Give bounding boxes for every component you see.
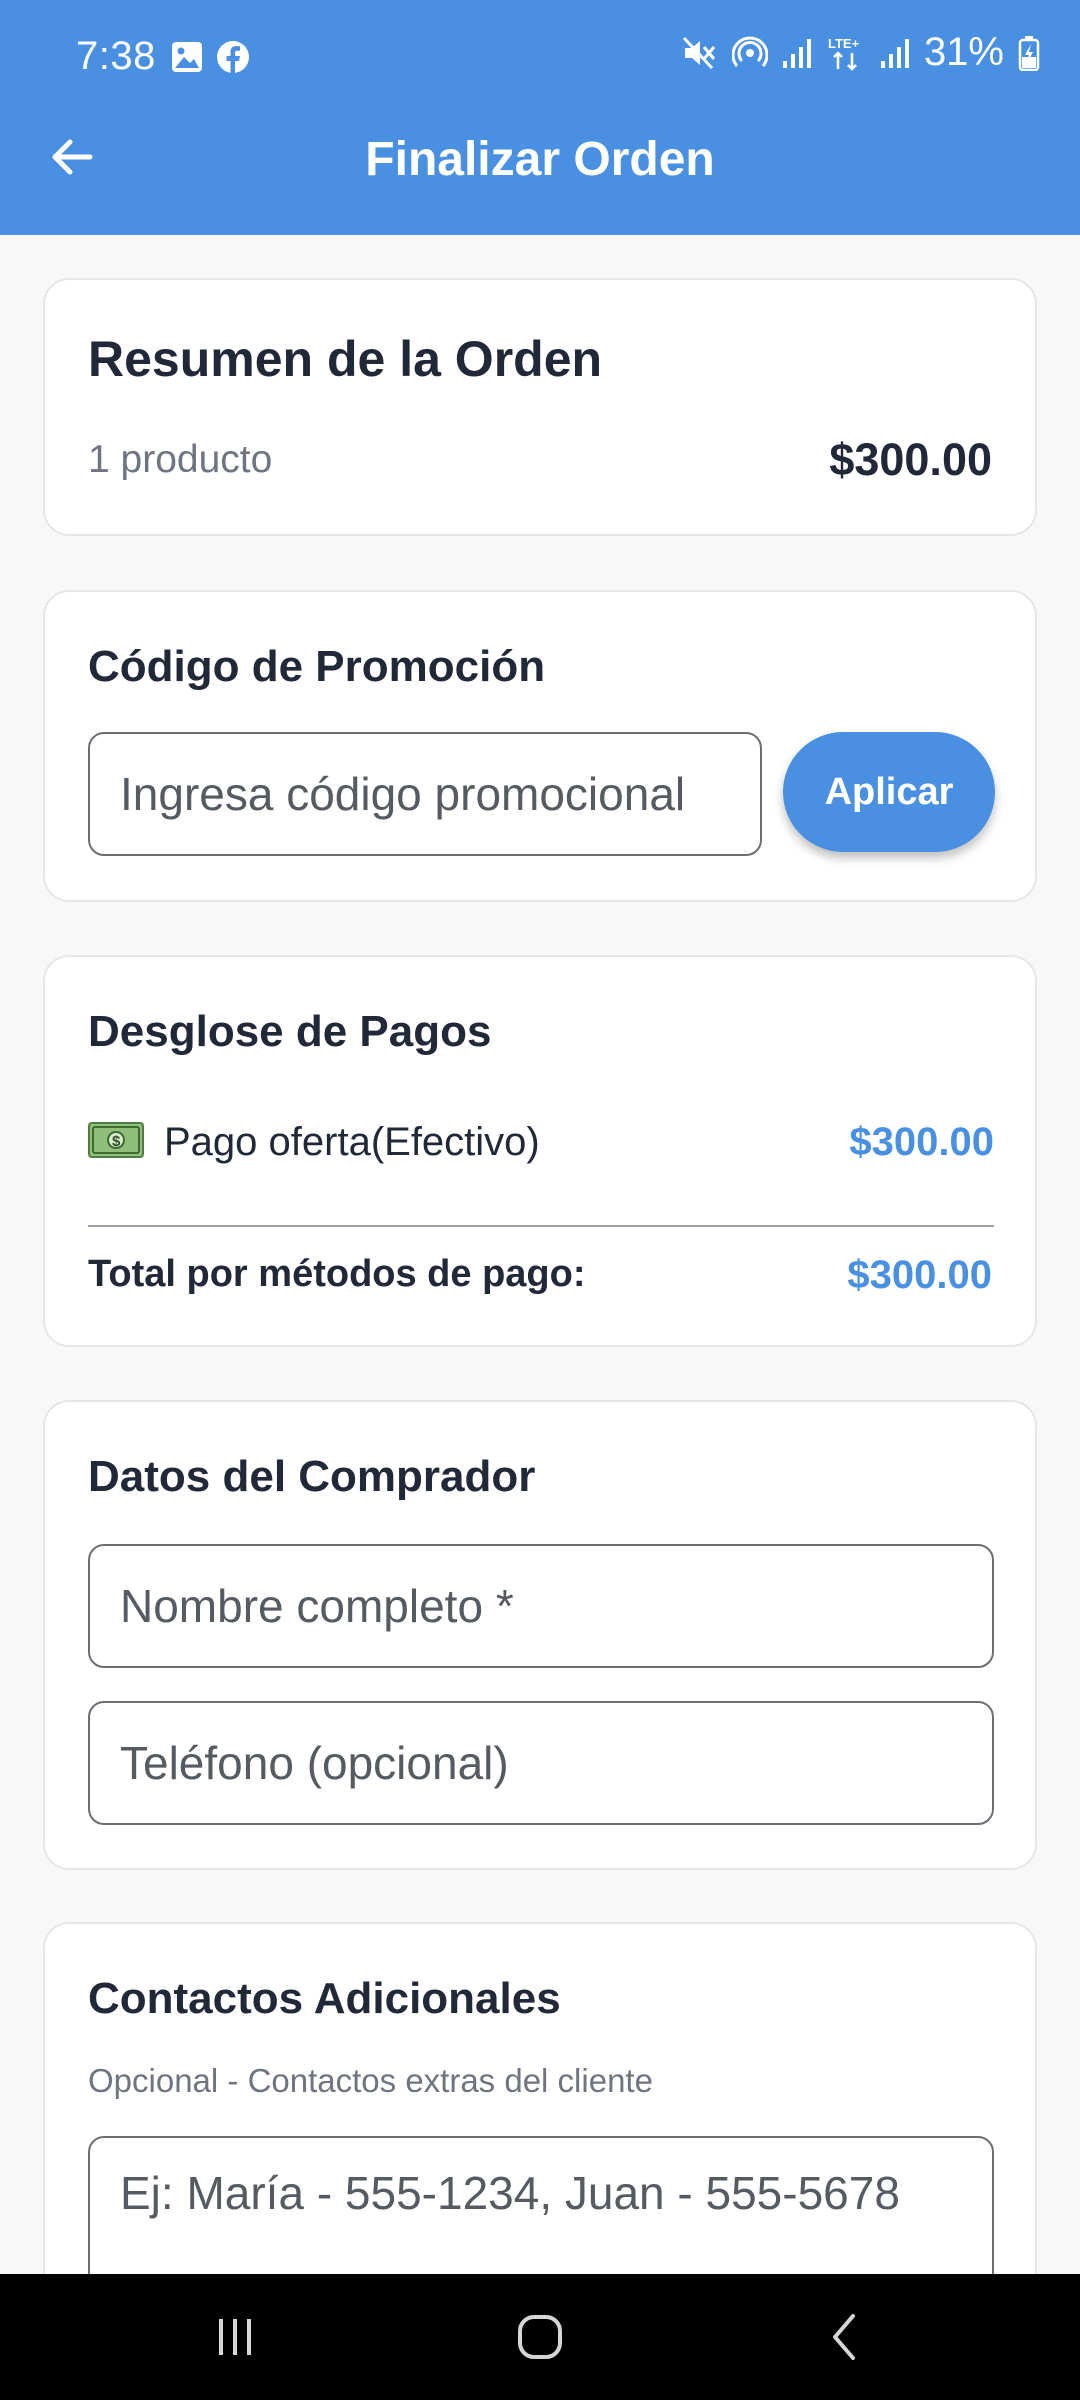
signal-icon	[880, 38, 909, 68]
promo-input-box	[88, 732, 762, 856]
contacts-title: Contactos Adicionales	[88, 1974, 561, 2023]
order-total-amount: $300.00	[829, 434, 992, 485]
order-product-count: 1 producto	[88, 438, 273, 481]
signal-icon	[782, 38, 811, 68]
battery-percent: 31%	[923, 30, 1004, 74]
buyer-title: Datos del Comprador	[88, 1452, 536, 1501]
mute-icon	[682, 36, 716, 69]
payments-title: Desglose de Pagos	[88, 1007, 492, 1056]
lte-icon: LTE+	[828, 36, 860, 71]
hotspot-icon	[731, 36, 768, 67]
order-summary-title: Resumen de la Orden	[88, 331, 603, 387]
order-summary-card: Resumen de la Orden 1 producto $300.00	[43, 278, 1037, 536]
svg-text:LTE+: LTE+	[828, 36, 860, 51]
buyer-phone-input[interactable]	[90, 1703, 992, 1823]
svg-text:$: $	[112, 1133, 121, 1150]
system-nav-bar	[0, 2274, 1080, 2400]
cash-icon: $	[88, 1122, 144, 1158]
payment-method-amount: $300.00	[849, 1120, 994, 1164]
buyer-card: Datos del Comprador	[43, 1400, 1037, 1870]
home-button[interactable]	[505, 2304, 575, 2370]
battery-charging-icon	[1018, 35, 1040, 71]
promo-code-input[interactable]	[90, 734, 760, 854]
payments-total-amount: $300.00	[847, 1253, 992, 1297]
facebook-icon	[217, 41, 249, 73]
nav-back-button[interactable]	[810, 2304, 880, 2370]
status-left-icons	[170, 40, 250, 74]
page-title: Finalizar Orden	[365, 133, 715, 186]
screen: 7:38 LTE+ 31% Finalizar Orden Resumen de…	[0, 0, 1080, 2400]
apply-promo-button[interactable]: Aplicar	[783, 732, 995, 852]
promo-card: Código de Promoción Aplicar	[43, 590, 1037, 902]
buyer-name-box	[88, 1544, 994, 1668]
home-icon	[518, 2315, 562, 2359]
image-icon	[172, 42, 202, 72]
nav-back-icon	[833, 2314, 855, 2360]
app-header: 7:38 LTE+ 31% Finalizar Orden	[0, 0, 1080, 235]
payment-method-label: Pago oferta(Efectivo)	[164, 1120, 540, 1164]
recent-apps-icon	[219, 2319, 251, 2355]
recent-apps-button[interactable]	[200, 2304, 270, 2370]
contacts-subtitle: Opcional - Contactos extras del cliente	[88, 2062, 653, 2099]
buyer-phone-box	[88, 1701, 994, 1825]
payments-card: Desglose de Pagos $ Pago oferta(Efectivo…	[43, 955, 1037, 1347]
status-right: LTE+ 31%	[682, 30, 1040, 75]
promo-title: Código de Promoción	[88, 642, 546, 691]
status-time: 7:38	[76, 34, 156, 78]
payment-row: $ Pago oferta(Efectivo) $300.00	[88, 1112, 994, 1172]
payments-divider	[88, 1225, 994, 1227]
buyer-name-input[interactable]	[90, 1546, 992, 1666]
payments-total-label: Total por métodos de pago:	[88, 1253, 586, 1295]
